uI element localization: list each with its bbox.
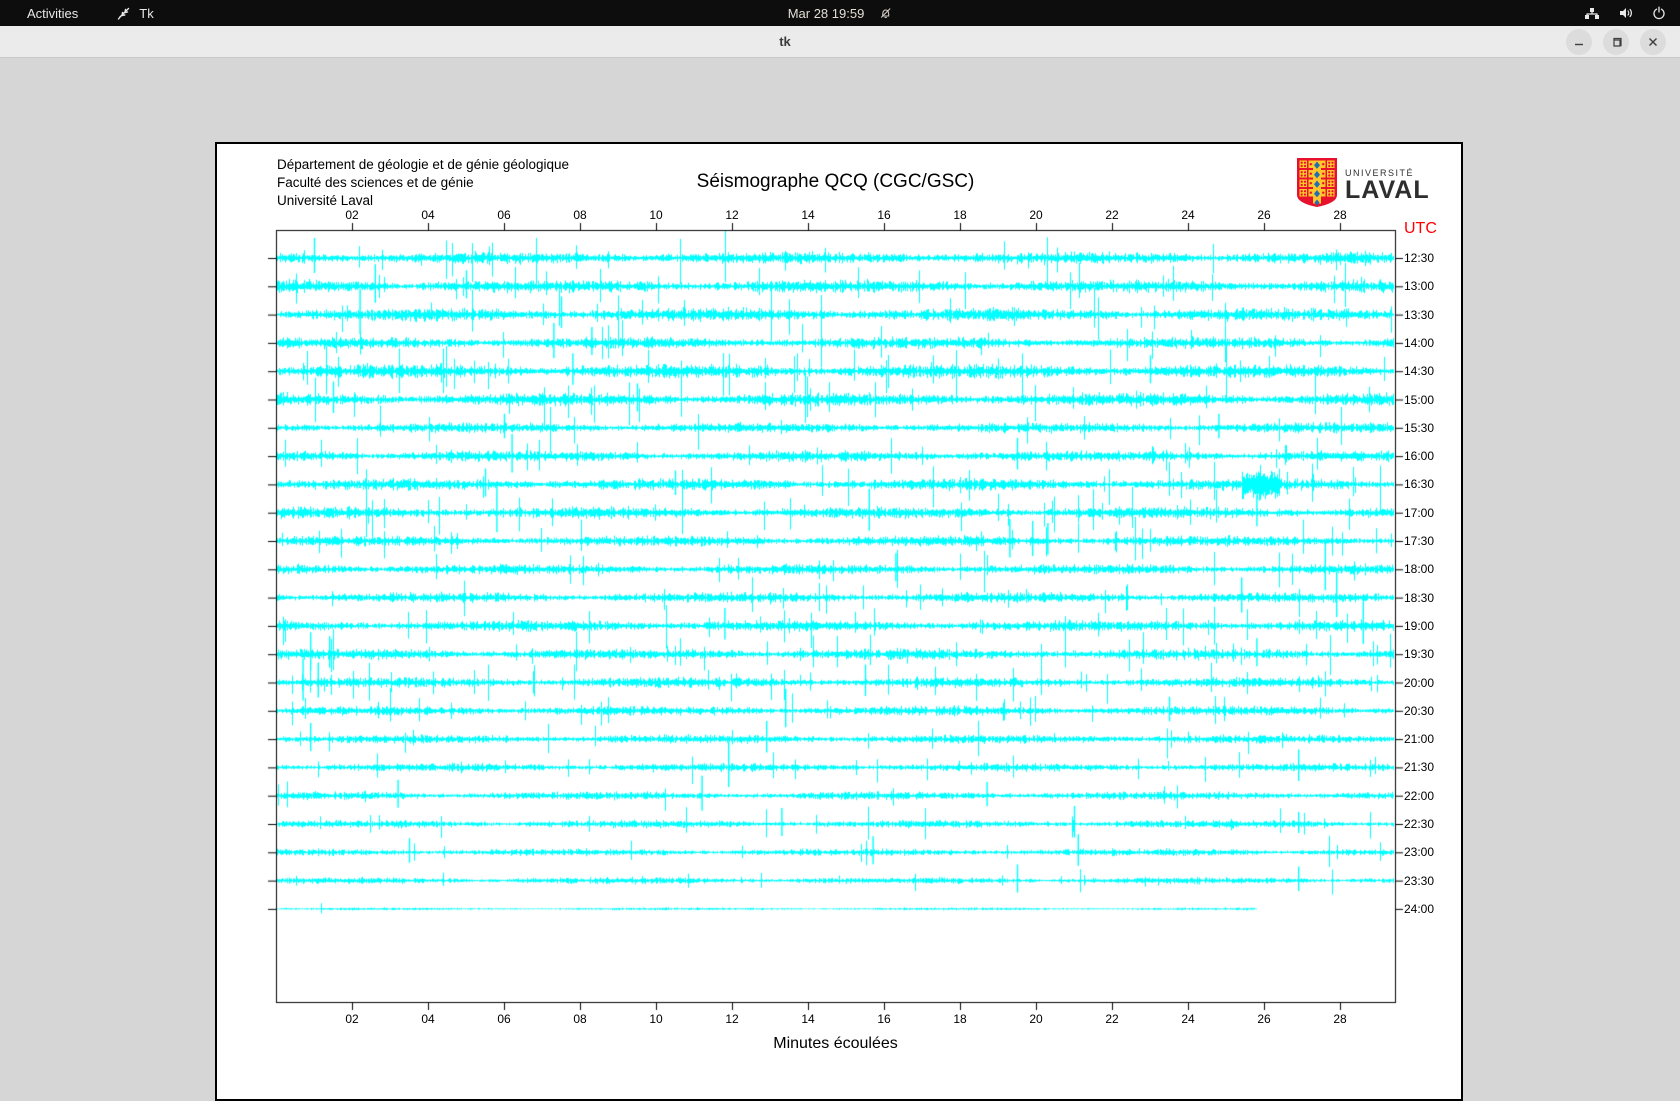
network-wired-icon (1584, 6, 1600, 21)
focused-app-name: Tk (139, 6, 153, 21)
row-time-label: 17:00 (1404, 505, 1434, 521)
x-tick-label-top: 08 (563, 208, 597, 222)
x-tick-label-top: 28 (1323, 208, 1357, 222)
clock-text: Mar 28 19:59 (788, 6, 865, 21)
row-time-label: 12:30 (1404, 250, 1434, 266)
x-tick-label-top: 12 (715, 208, 749, 222)
x-tick-label-bottom: 18 (943, 1012, 977, 1026)
seismograph-canvas: Département de géologie et de génie géol… (215, 142, 1463, 1101)
power-icon (1652, 6, 1666, 20)
row-time-label: 24:00 (1404, 901, 1434, 917)
row-time-label: 19:00 (1404, 618, 1434, 634)
row-time-label: 23:30 (1404, 873, 1434, 889)
window-title: tk (735, 26, 835, 58)
row-time-label: 13:30 (1404, 307, 1434, 323)
x-tick-label-bottom: 16 (867, 1012, 901, 1026)
tk-window-body: Département de géologie et de génie géol… (0, 58, 1680, 1050)
focused-app-menu[interactable]: Tk (116, 6, 153, 21)
row-time-label: 18:00 (1404, 561, 1434, 577)
row-time-label: 22:30 (1404, 816, 1434, 832)
x-tick-label-bottom: 12 (715, 1012, 749, 1026)
volume-icon (1618, 6, 1634, 20)
tk-feather-icon (116, 6, 131, 21)
x-tick-label-bottom: 20 (1019, 1012, 1053, 1026)
row-time-label: 13:00 (1404, 278, 1434, 294)
row-time-label: 18:30 (1404, 590, 1434, 606)
row-time-label: 14:30 (1404, 363, 1434, 379)
window-titlebar[interactable]: tk (0, 26, 1680, 58)
x-tick-label-top: 24 (1171, 208, 1205, 222)
maximize-button[interactable] (1603, 29, 1629, 55)
x-tick-label-bottom: 26 (1247, 1012, 1281, 1026)
row-time-label: 16:30 (1404, 476, 1434, 492)
x-tick-label-bottom: 08 (563, 1012, 597, 1026)
row-time-label: 19:30 (1404, 646, 1434, 662)
activities-button[interactable]: Activities (27, 6, 78, 21)
system-status-area[interactable] (1584, 0, 1666, 26)
row-time-label: 15:30 (1404, 420, 1434, 436)
x-tick-label-top: 22 (1095, 208, 1129, 222)
helicorder-trace-plot (215, 142, 1459, 1097)
row-time-label: 22:00 (1404, 788, 1434, 804)
row-time-label: 20:00 (1404, 675, 1434, 691)
x-tick-label-bottom: 14 (791, 1012, 825, 1026)
x-tick-label-bottom: 10 (639, 1012, 673, 1026)
x-tick-label-bottom: 28 (1323, 1012, 1357, 1026)
row-time-label: 23:00 (1404, 844, 1434, 860)
row-time-label: 15:00 (1404, 392, 1434, 408)
row-time-label: 21:00 (1404, 731, 1434, 747)
row-time-label: 21:30 (1404, 759, 1434, 775)
close-button[interactable] (1640, 29, 1666, 55)
x-tick-label-top: 18 (943, 208, 977, 222)
x-tick-label-bottom: 22 (1095, 1012, 1129, 1026)
x-tick-label-top: 16 (867, 208, 901, 222)
x-tick-label-top: 06 (487, 208, 521, 222)
notifications-disabled-icon (878, 6, 892, 20)
x-tick-label-top: 26 (1247, 208, 1281, 222)
row-time-label: 20:30 (1404, 703, 1434, 719)
x-tick-label-top: 02 (335, 208, 369, 222)
x-tick-label-top: 10 (639, 208, 673, 222)
x-tick-label-top: 20 (1019, 208, 1053, 222)
row-time-label: 16:00 (1404, 448, 1434, 464)
x-tick-label-bottom: 04 (411, 1012, 445, 1026)
gnome-top-bar: Activities Tk Mar 28 19:59 (0, 0, 1680, 26)
clock-menu[interactable]: Mar 28 19:59 (788, 6, 893, 21)
x-tick-label-bottom: 06 (487, 1012, 521, 1026)
minimize-button[interactable] (1566, 29, 1592, 55)
x-tick-label-top: 04 (411, 208, 445, 222)
x-tick-label-bottom: 02 (335, 1012, 369, 1026)
x-tick-label-bottom: 24 (1171, 1012, 1205, 1026)
row-time-label: 17:30 (1404, 533, 1434, 549)
x-tick-label-top: 14 (791, 208, 825, 222)
row-time-label: 14:00 (1404, 335, 1434, 351)
